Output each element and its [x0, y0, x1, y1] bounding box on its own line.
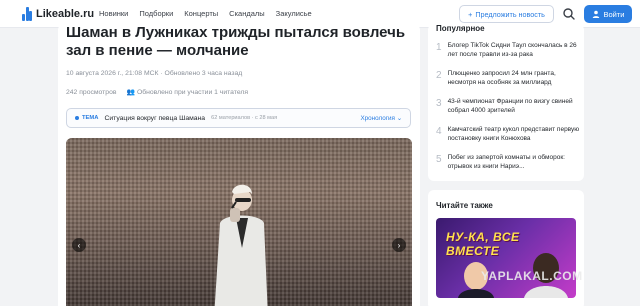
- theme-dot-icon: [75, 116, 79, 120]
- performer-figure: [458, 253, 568, 298]
- item-text[interactable]: Плющенко запросил 24 млн гранта, несмотр…: [448, 70, 580, 98]
- read-also-heading: Читайте также: [436, 201, 493, 210]
- theme-title[interactable]: Ситуация вокруг певца Шамана: [104, 115, 205, 122]
- read-also-panel: Читайте также НУ-КА, ВСЕ ВМЕСТЕ: [428, 190, 584, 306]
- nav-item-new[interactable]: Новинки: [99, 9, 128, 18]
- chronology-dropdown[interactable]: Хронология ⌄: [360, 115, 402, 122]
- article-title: Шаман в Лужниках трижды пытался вовлечь …: [66, 24, 406, 59]
- watermark-text: YAPLAKAL.COM: [481, 269, 583, 283]
- chevron-left-icon: ‹: [77, 240, 81, 250]
- main-nav: Новинки Подборки Концерты Скандалы Закул…: [99, 9, 312, 18]
- prev-photo-button[interactable]: ‹: [72, 238, 86, 252]
- list-item[interactable]: 4 Камчатский театр кукол представит перв…: [436, 126, 580, 154]
- list-item[interactable]: 5 Побег из запертой комнаты и обморок: о…: [436, 154, 580, 182]
- read-also-image[interactable]: НУ-КА, ВСЕ ВМЕСТЕ: [436, 218, 576, 298]
- logo-text: Likeable.ru: [36, 8, 95, 20]
- user-icon: [592, 10, 599, 18]
- popular-list: 1 Блогер TikTok Сидни Таул скончалась в …: [436, 42, 580, 182]
- views-count: 242 просмотров: [66, 88, 117, 96]
- list-item[interactable]: 1 Блогер TikTok Сидни Таул скончалась в …: [436, 42, 580, 70]
- login-button[interactable]: Войти: [584, 5, 632, 23]
- item-text[interactable]: 43-й чемпионат Франции по визгу свиней с…: [448, 98, 580, 126]
- article-card: Шаман в Лужниках трижды пытался вовлечь …: [58, 24, 420, 306]
- chronology-label: Хронология: [360, 114, 395, 122]
- theme-label: ТЕМА: [82, 115, 99, 121]
- article-date-line: 10 августа 2026 г., 21:08 МСК · Обновлен…: [66, 70, 243, 77]
- users-icon: 👥: [126, 89, 135, 96]
- item-number: 2: [436, 70, 442, 81]
- item-text[interactable]: Побег из запертой комнаты и обморок: отр…: [448, 154, 580, 182]
- updated-by: Обновлено при участии 1 читателя: [136, 88, 249, 96]
- search-button[interactable]: [561, 6, 577, 22]
- theme-banner[interactable]: ТЕМА Ситуация вокруг певца Шамана 62 мат…: [66, 108, 411, 128]
- item-number: 1: [436, 42, 442, 53]
- chevron-down-icon: ⌄: [396, 114, 402, 122]
- suggest-news-button[interactable]: + Предложить новость: [459, 5, 554, 23]
- nav-item-scandals[interactable]: Скандалы: [229, 9, 265, 18]
- popular-panel: Популярное 1 Блогер TikTok Сидни Таул ск…: [428, 24, 584, 181]
- article-stats: 242 просмотров 👥 Обновлено при участии 1…: [66, 88, 249, 97]
- site-logo[interactable]: Likeable.ru: [22, 7, 94, 21]
- item-number: 5: [436, 154, 442, 165]
- suggest-news-label: Предложить новость: [475, 9, 545, 19]
- list-item[interactable]: 2 Плющенко запросил 24 млн гранта, несмо…: [436, 70, 580, 98]
- nav-item-concerts[interactable]: Концерты: [184, 9, 218, 18]
- next-photo-button[interactable]: ›: [392, 238, 406, 252]
- list-item[interactable]: 3 43-й чемпионат Франции по визгу свиней…: [436, 98, 580, 126]
- nav-item-backstage[interactable]: Закулисье: [276, 9, 312, 18]
- popular-heading: Популярное: [436, 24, 485, 33]
- logo-bars-icon: [22, 7, 32, 21]
- item-text[interactable]: Блогер TikTok Сидни Таул скончалась в 26…: [448, 42, 580, 70]
- item-text[interactable]: Камчатский театр кукол представит первую…: [448, 126, 580, 154]
- chevron-right-icon: ›: [397, 240, 401, 250]
- article-photo[interactable]: ‹ ›: [66, 138, 412, 306]
- item-number: 3: [436, 98, 442, 109]
- plus-icon: +: [468, 9, 473, 19]
- theme-count: 62 материалов · с 28 мая: [211, 115, 278, 121]
- singer-figure: [214, 184, 268, 306]
- search-icon: [563, 8, 575, 20]
- login-label: Войти: [603, 9, 625, 19]
- item-number: 4: [436, 126, 442, 137]
- nav-item-collections[interactable]: Подборки: [139, 9, 173, 18]
